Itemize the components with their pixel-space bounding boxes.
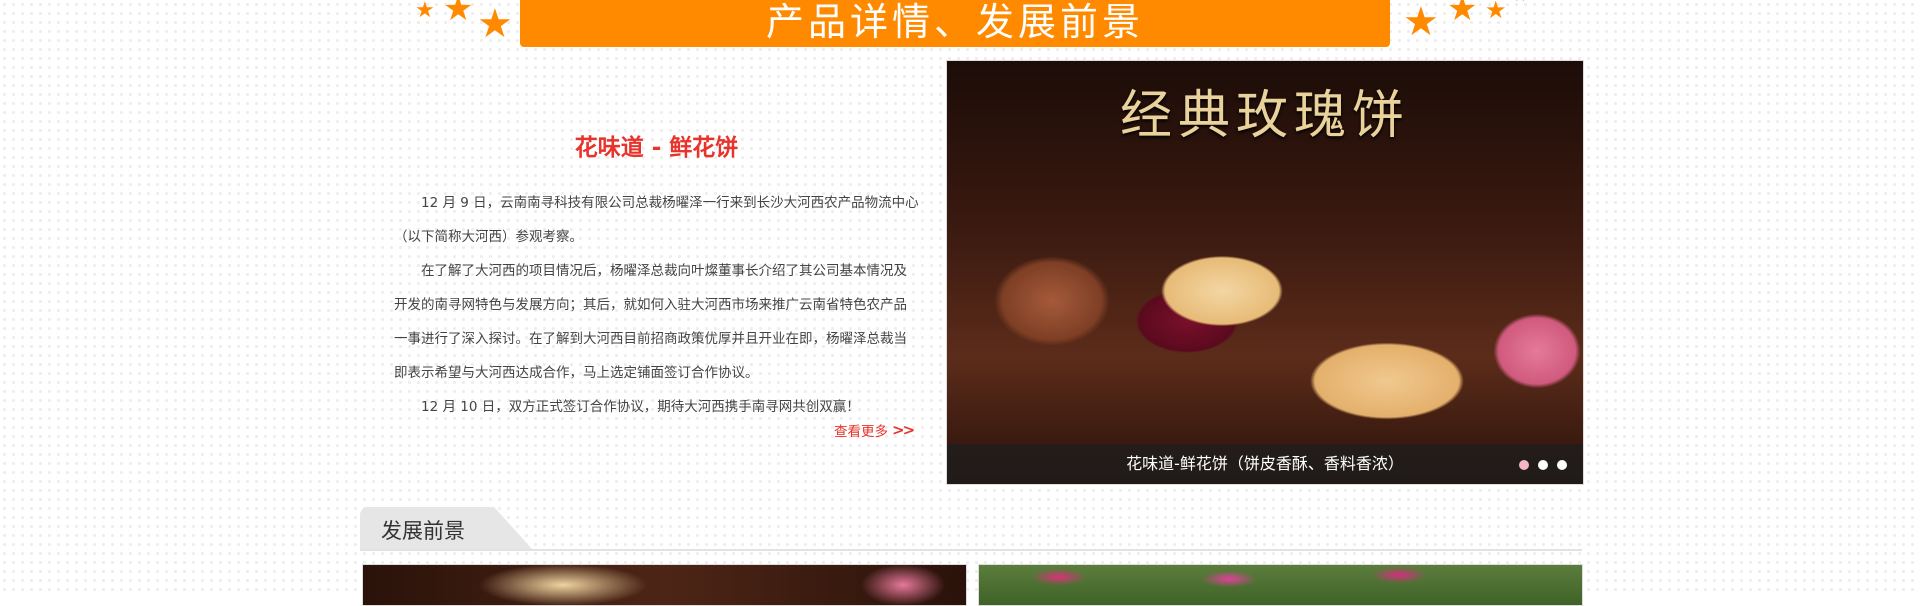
- slide-heading: 经典玫瑰饼: [1119, 86, 1410, 146]
- double-chevron-right-icon: >>: [892, 421, 915, 439]
- article: 花味道 - 鲜花饼 12 月 9 日，云南南寻科技有限公司总裁杨曜泽一行来到长沙…: [394, 128, 919, 424]
- slide-dot-2[interactable]: [1538, 460, 1548, 470]
- article-paragraph-3: 12 月 10 日，双方正式签订合作协议，期待大河西携手南寻网共创双赢！: [421, 399, 860, 415]
- article-title: 花味道 - 鲜花饼: [574, 135, 739, 161]
- banner-title: 产品详情、发展前景: [765, 0, 1144, 44]
- stars-left-decoration: ★ ★ ★ ★: [400, 0, 513, 47]
- article-paragraph-1: 12 月 9 日，云南南寻科技有限公司总裁杨曜泽一行来到长沙大河西农产品物流中心…: [394, 195, 919, 245]
- slide-dot-3[interactable]: [1557, 460, 1567, 470]
- slide-caption-text: 花味道-鲜花饼（饼皮香酥、香料香浓）: [1126, 454, 1404, 473]
- slide-caption: 花味道-鲜花饼（饼皮香酥、香料香浓）: [947, 444, 1583, 484]
- product-slideshow[interactable]: 经典玫瑰饼 花味道-鲜花饼（饼皮香酥、香料香浓）: [946, 60, 1584, 485]
- stars-right-decoration: ★ ★ ★ ★: [1403, 0, 1527, 45]
- prospect-image-cakes[interactable]: [362, 564, 967, 606]
- section-title-banner: 产品详情、发展前景: [520, 0, 1390, 47]
- article-paragraph-2: 在了解了大河西的项目情况后，杨曜泽总裁向叶燦董事长介绍了其公司基本情况及开发的南…: [394, 263, 907, 381]
- read-more-link[interactable]: 查看更多 >>: [834, 420, 915, 440]
- slide-pagination: [1519, 460, 1567, 470]
- section-title: 发展前景: [381, 519, 465, 543]
- prospect-image-rose-field[interactable]: [978, 564, 1583, 606]
- slide-dot-1[interactable]: [1519, 460, 1529, 470]
- read-more-label: 查看更多: [834, 424, 888, 440]
- section-divider: [360, 549, 1582, 551]
